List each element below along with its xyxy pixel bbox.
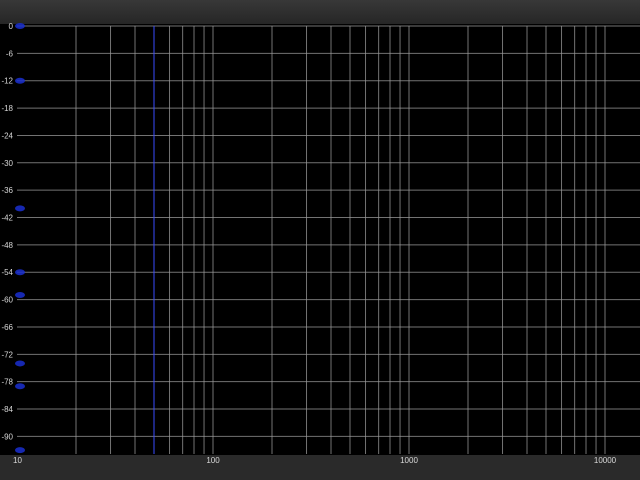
x-tick-label: 1000 xyxy=(400,456,418,465)
series-point xyxy=(15,205,25,212)
analyzer-window: 0 -6 -12 -18 -24 -30 -36 -42 -48 -54 -60 -66 -72 -78 -… xyxy=(0,0,640,480)
y-tick-label: -54 xyxy=(1,268,13,277)
y-tick-label: -12 xyxy=(1,77,13,86)
y-tick-label: -72 xyxy=(1,350,13,359)
x-tick-label: 10000 xyxy=(594,456,617,465)
y-tick-label: -6 xyxy=(6,49,14,58)
series-point xyxy=(15,77,25,84)
series-point xyxy=(15,292,25,299)
x-axis-labels: 10 100 1000 10000 xyxy=(13,456,617,465)
y-tick-label: -24 xyxy=(1,131,13,140)
y-tick-label: -78 xyxy=(1,378,13,387)
y-tick-label: -36 xyxy=(1,186,13,195)
y-tick-label: 0 xyxy=(9,22,14,31)
y-tick-label: -60 xyxy=(1,296,13,305)
y-tick-label: -42 xyxy=(1,214,13,223)
plot-background xyxy=(0,24,640,455)
y-tick-label: -30 xyxy=(1,159,13,168)
y-tick-label: -90 xyxy=(1,432,13,441)
series-point xyxy=(15,447,25,454)
spectrum-plot[interactable]: 0 -6 -12 -18 -24 -30 -36 -42 -48 -54 -60 -66 -72 -78 -… xyxy=(0,0,640,480)
x-tick-label: 10 xyxy=(13,456,22,465)
series-point xyxy=(15,23,25,29)
y-tick-label: -48 xyxy=(1,241,13,250)
y-tick-label: -18 xyxy=(1,104,13,113)
series-point xyxy=(15,360,25,367)
y-tick-label: -66 xyxy=(1,323,13,332)
series-point xyxy=(15,269,25,276)
series-point xyxy=(15,383,25,390)
x-tick-label: 100 xyxy=(206,456,220,465)
y-tick-label: -84 xyxy=(1,405,13,414)
